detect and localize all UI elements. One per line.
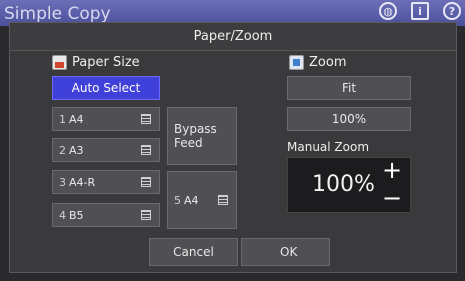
tray-number: 2: [59, 143, 66, 157]
tray-list-icon: [141, 145, 151, 155]
tray-number: 1: [59, 112, 66, 126]
info-icon[interactable]: i: [411, 2, 429, 20]
zoom-increase-button[interactable]: +: [382, 158, 402, 182]
help-icon[interactable]: ?: [443, 2, 461, 20]
tray-list-icon: [141, 114, 151, 124]
bypass-feed-button[interactable]: Bypass Feed: [167, 107, 237, 165]
zoom-icon: [289, 55, 304, 70]
tray-size: A4: [69, 112, 84, 126]
zoom-label: Zoom: [309, 55, 347, 70]
tray-size: A4-R: [69, 175, 96, 189]
tray-list-icon: [218, 195, 228, 205]
manual-zoom-label: Manual Zoom: [287, 140, 370, 154]
tray-list-icon: [141, 210, 151, 220]
fit-button[interactable]: Fit: [287, 76, 411, 100]
tray-2-button[interactable]: 2 A3: [52, 138, 160, 162]
app-header-icons: ◍ i ?: [379, 2, 461, 20]
tray-1-button[interactable]: 1 A4: [52, 107, 160, 131]
paper-zoom-dialog: Paper/Zoom Paper Size Auto Select 1 A4 2…: [9, 22, 457, 273]
tray-number: 5: [174, 193, 181, 207]
auto-select-button[interactable]: Auto Select: [52, 76, 160, 100]
manual-zoom-display: 100% + −: [287, 157, 411, 213]
tray-3-button[interactable]: 3 A4-R: [52, 170, 160, 194]
bypass-feed-label: Bypass Feed: [174, 122, 217, 150]
paper-size-icon: [52, 55, 67, 70]
globe-icon[interactable]: ◍: [379, 2, 397, 20]
tray-number: 4: [59, 208, 66, 222]
tray-4-button[interactable]: 4 B5: [52, 203, 160, 227]
tray-number: 3: [59, 175, 66, 189]
zoom-100-button[interactable]: 100%: [287, 107, 411, 131]
zoom-decrease-button[interactable]: −: [382, 186, 402, 210]
ok-button[interactable]: OK: [241, 238, 330, 266]
tray-5-bypass-button[interactable]: 5 A4: [167, 171, 237, 229]
manual-zoom-value: 100%: [312, 172, 375, 197]
paper-size-section-label: Paper Size: [52, 55, 140, 70]
tray-size: A3: [69, 143, 84, 157]
zoom-section-label: Zoom: [289, 55, 346, 70]
tray-list-icon: [141, 177, 151, 187]
tray-size: A4: [184, 193, 199, 207]
cancel-button[interactable]: Cancel: [149, 238, 238, 266]
app-title: Simple Copy: [4, 4, 111, 24]
tray-size: B5: [69, 208, 84, 222]
dialog-title: Paper/Zoom: [10, 23, 456, 51]
paper-size-label: Paper Size: [72, 55, 140, 70]
